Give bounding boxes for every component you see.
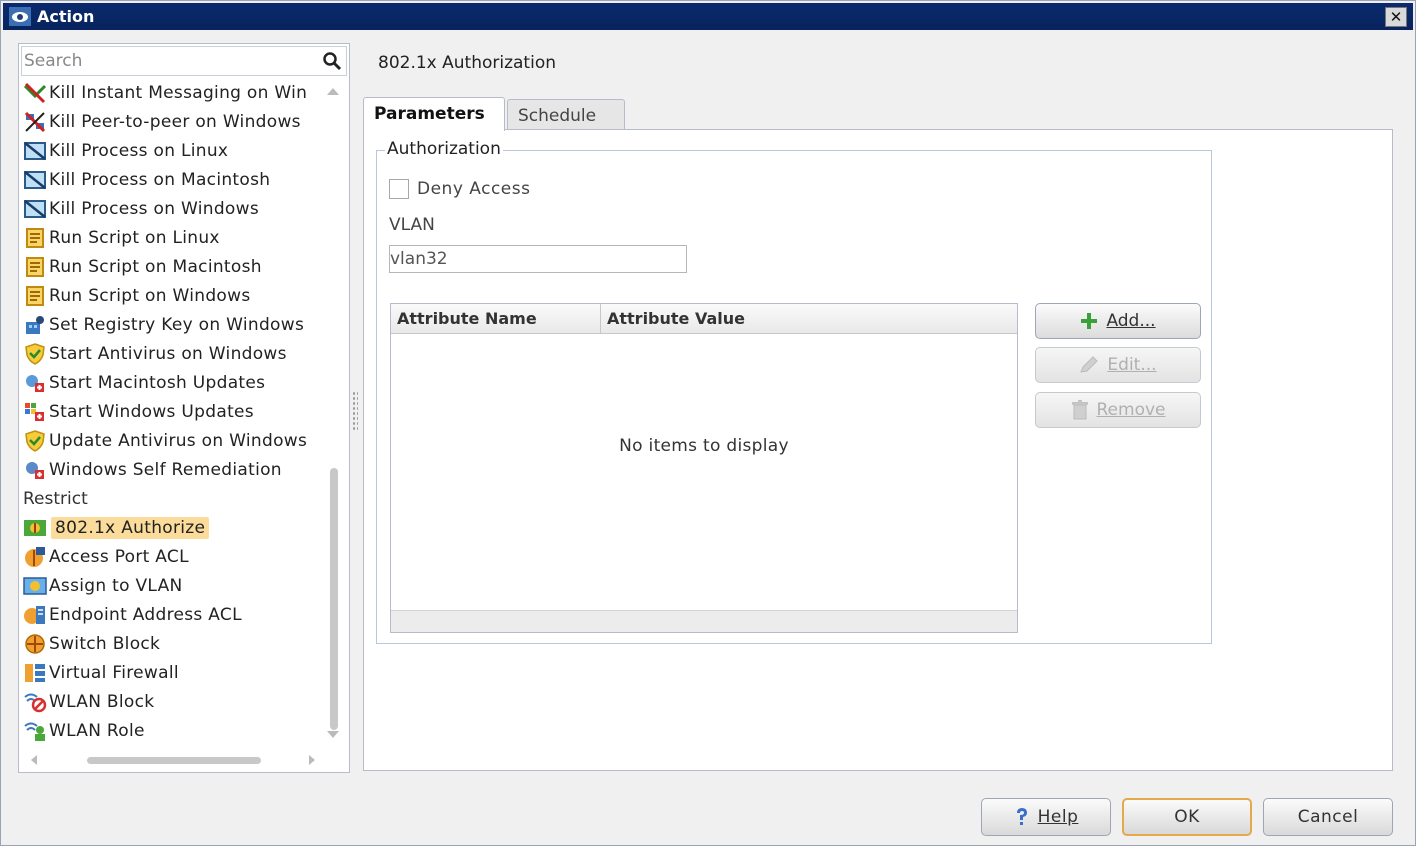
search-icon[interactable] [322,51,342,71]
kill-p2p-icon [21,110,49,134]
firewall-icon [21,661,49,685]
pencil-icon [1079,356,1099,374]
scroll-thumb-horizontal[interactable] [87,757,261,764]
list-item-selected[interactable]: 802.1x Authorize [21,515,321,541]
list-item[interactable]: Run Script on Linux [21,225,321,251]
ok-button[interactable]: OK [1122,798,1252,836]
kill-process-icon [21,197,49,221]
kill-process-icon [21,168,49,192]
deny-access-label: Deny Access [417,179,531,199]
cancel-button[interactable]: Cancel [1263,798,1393,836]
updates-icon [21,400,49,424]
add-button-label: Add... [1106,311,1156,331]
list-item[interactable]: Kill Peer-to-peer on Windows [21,109,321,135]
scroll-thumb[interactable] [330,468,338,730]
list-item[interactable]: Set Registry Key on Windows [21,312,321,338]
authorization-group: Authorization Deny Access VLAN Attribute… [376,139,1212,644]
endpoint-acl-icon [21,603,49,627]
close-button[interactable]: ✕ [1385,7,1407,27]
group-restrict: Restrict [23,489,88,509]
antivirus-icon [21,342,49,366]
kill-process-icon [21,139,49,163]
tab-parameters[interactable]: Parameters [363,97,505,131]
window-title: Action [37,7,95,26]
search-box [21,46,347,76]
list-item[interactable]: Start Windows Updates [21,399,321,425]
scroll-left-icon[interactable] [31,755,37,765]
wlan-role-icon [21,719,49,743]
scroll-right-icon[interactable] [309,755,315,765]
acl-icon [21,545,49,569]
list-item[interactable]: Update Antivirus on Windows [21,428,321,454]
list-item[interactable]: Windows Self Remediation [21,457,321,483]
antivirus-icon [21,429,49,453]
list-item[interactable]: Start Antivirus on Windows [21,341,321,367]
list-item[interactable]: Run Script on Windows [21,283,321,309]
list-item[interactable]: Endpoint Address ACL [21,602,321,628]
list-item[interactable]: Virtual Firewall [21,660,321,686]
tab-schedule[interactable]: Schedule [507,99,625,131]
remove-button[interactable]: Remove [1035,392,1201,428]
empty-table-message: No items to display [619,436,789,456]
switch-block-icon [21,632,49,656]
help-button-label: Help [1037,807,1079,827]
list-item[interactable]: Assign to VLAN [21,573,321,599]
authorization-group-title: Authorization [385,139,503,159]
list-vertical-scrollbar[interactable] [323,82,347,742]
list-item[interactable]: Switch Block [21,631,321,657]
action-dialog: Action ✕ Kill Instant Messaging on Win K… [0,0,1416,846]
list-item[interactable]: Start Macintosh Updates [21,370,321,396]
updates-icon [21,371,49,395]
deny-access-checkbox[interactable] [389,179,409,199]
action-list-panel: Kill Instant Messaging on Win Kill Peer-… [18,43,350,773]
deny-access-row[interactable]: Deny Access [389,179,531,199]
column-attribute-value[interactable]: Attribute Value [601,304,1017,334]
vlan-icon [21,574,49,598]
attributes-table: Attribute Name Attribute Value No items … [390,303,1018,633]
edit-button-label: Edit... [1107,355,1157,375]
authorize-icon [21,516,49,540]
list-item[interactable]: Kill Instant Messaging on Win [21,80,321,106]
remove-button-label: Remove [1096,400,1166,420]
title-bar: Action ✕ [3,3,1413,30]
parameters-panel: Authorization Deny Access VLAN Attribute… [363,129,1393,771]
app-eye-icon [9,7,31,26]
add-button[interactable]: Add... [1035,303,1201,339]
kill-im-icon [21,81,49,105]
scroll-up-icon[interactable] [327,88,339,95]
script-icon [21,255,49,279]
wlan-block-icon [21,690,49,714]
registry-icon [21,313,49,337]
list-item[interactable]: Kill Process on Windows [21,196,321,222]
action-list: Kill Instant Messaging on Win Kill Peer-… [21,80,321,750]
list-item[interactable]: Run Script on Macintosh [21,254,321,280]
list-item[interactable]: Kill Process on Macintosh [21,167,321,193]
table-footer [391,610,1017,632]
help-button[interactable]: Help [981,798,1111,836]
search-input[interactable] [24,50,314,72]
plus-icon [1080,312,1098,330]
column-attribute-name[interactable]: Attribute Name [391,304,601,334]
edit-button[interactable]: Edit... [1035,347,1201,383]
page-title: 802.1x Authorization [378,53,556,73]
remediation-icon [21,458,49,482]
help-icon [1014,807,1030,827]
list-item[interactable]: Kill Process on Linux [21,138,321,164]
list-horizontal-scrollbar[interactable] [21,750,321,770]
list-item[interactable]: WLAN Role [21,718,321,744]
panel-splitter-handle[interactable] [352,391,358,431]
vlan-input[interactable] [389,245,687,273]
vlan-label: VLAN [389,215,435,235]
trash-icon [1071,400,1089,420]
scroll-down-icon[interactable] [327,731,339,738]
script-icon [21,284,49,308]
table-header: Attribute Name Attribute Value [391,304,1017,334]
script-icon [21,226,49,250]
list-item[interactable]: WLAN Block [21,689,321,715]
list-item[interactable]: Access Port ACL [21,544,321,570]
